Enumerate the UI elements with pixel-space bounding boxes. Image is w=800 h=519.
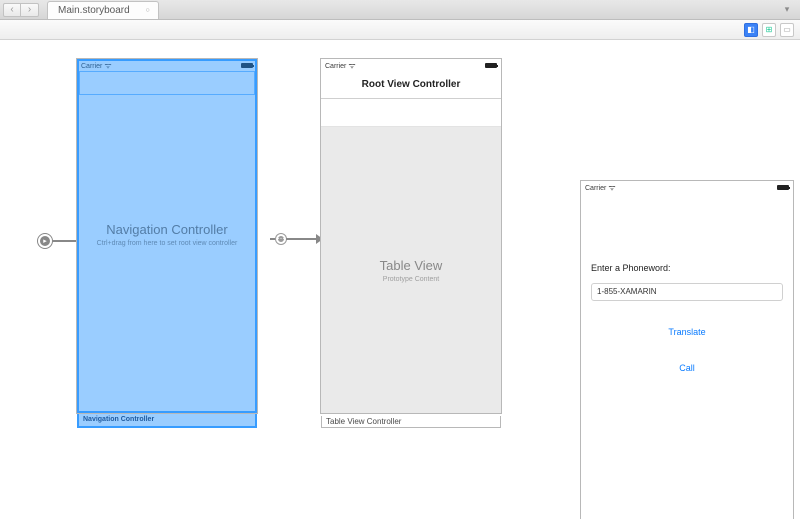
- source-mode-icon: ▭: [783, 25, 791, 34]
- design-mode-icon: ◧: [747, 25, 755, 34]
- scene-placeholder-hint: Ctrl+drag from here to set root view con…: [77, 240, 257, 247]
- scene-footer-label[interactable]: Navigation Controller: [77, 414, 257, 428]
- carrier-label: Carrier ᯤ: [585, 182, 616, 193]
- constraints-mode-icon: ⊞: [766, 25, 773, 34]
- nav-back-button[interactable]: ‹: [3, 3, 21, 17]
- table-view-controller-scene[interactable]: Carrier ᯤ Root View Controller Table Vie…: [320, 58, 502, 414]
- phoneword-input[interactable]: [591, 283, 783, 301]
- window-toolbar: ‹ › Main.storyboard ○ ▾: [0, 0, 800, 20]
- chevron-down-icon: ▾: [785, 4, 790, 15]
- navigation-bar-placeholder: [79, 71, 255, 95]
- view-mode-constraints-button[interactable]: ⊞: [762, 23, 776, 37]
- entry-point-icon: ▸: [38, 234, 52, 248]
- segue-line: [52, 240, 76, 242]
- table-placeholder-subtitle: Prototype Content: [383, 276, 439, 283]
- designer-toolbar: ◧ ⊞ ▭: [0, 20, 800, 40]
- relationship-segue-icon: ⋯: [276, 234, 286, 244]
- storyboard-canvas[interactable]: ▸ Carrier ᯤ Navigation Controller Ctrl+d…: [0, 40, 800, 519]
- navbar-title: Root View Controller: [362, 79, 461, 90]
- carrier-label: Carrier ᯤ: [81, 60, 112, 71]
- carrier-label: Carrier ᯤ: [325, 60, 356, 71]
- wifi-icon: ᯤ: [608, 183, 615, 192]
- battery-icon: [485, 63, 497, 68]
- status-bar: Carrier ᯤ: [321, 59, 501, 71]
- view-mode-source-button[interactable]: ▭: [780, 23, 794, 37]
- wifi-icon: ᯤ: [104, 61, 111, 70]
- call-button[interactable]: Call: [591, 363, 783, 373]
- root-relationship-segue[interactable]: ⋯: [270, 234, 323, 244]
- scene-footer-label[interactable]: Table View Controller: [321, 416, 501, 428]
- view-controller-scene[interactable]: Carrier ᯤ Enter a Phoneword: Translate C…: [580, 180, 794, 519]
- status-bar: Carrier ᯤ: [581, 181, 793, 193]
- table-view-body[interactable]: Table View Prototype Content: [321, 127, 501, 413]
- view-mode-design-button[interactable]: ◧: [744, 23, 758, 37]
- scene-placeholder-text: Navigation Controller Ctrl+drag from her…: [77, 222, 257, 247]
- status-bar: Carrier ᯤ: [77, 59, 257, 71]
- table-placeholder-title: Table View: [380, 258, 443, 273]
- segue-line: [286, 238, 316, 240]
- scene-placeholder-title: Navigation Controller: [77, 222, 257, 237]
- toolbar-overflow-button[interactable]: ▾: [778, 3, 796, 17]
- tab-title: Main.storyboard: [58, 5, 130, 16]
- chevron-right-icon: ›: [28, 4, 31, 15]
- translate-button[interactable]: Translate: [591, 327, 783, 337]
- chevron-left-icon: ‹: [10, 4, 13, 15]
- navigation-controller-scene[interactable]: Carrier ᯤ Navigation Controller Ctrl+dra…: [76, 58, 258, 414]
- battery-icon: [777, 185, 789, 190]
- dirty-indicator-icon: ○: [145, 7, 149, 14]
- navigation-bar[interactable]: Root View Controller: [321, 71, 501, 99]
- nav-forward-button[interactable]: ›: [21, 3, 39, 17]
- battery-icon: [241, 63, 253, 68]
- table-header-row: [321, 99, 501, 127]
- phoneword-prompt-label: Enter a Phoneword:: [591, 263, 783, 273]
- document-tab[interactable]: Main.storyboard ○: [47, 1, 159, 19]
- wifi-icon: ᯤ: [348, 61, 355, 70]
